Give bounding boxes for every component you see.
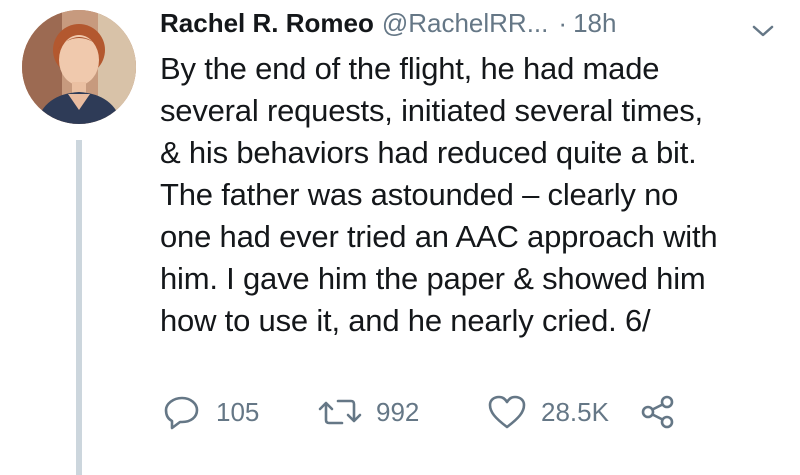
author-handle[interactable]: @RachelRR... (382, 8, 549, 39)
like-count: 28.5K (541, 396, 609, 427)
reply-icon (164, 396, 199, 430)
like-button[interactable]: 28.5K (487, 392, 609, 432)
reply-count: 105 (216, 396, 260, 427)
heart-icon (488, 395, 526, 429)
chevron-down-icon[interactable] (750, 16, 776, 37)
avatar[interactable] (22, 10, 136, 124)
retweet-count: 992 (376, 396, 420, 427)
separator-dot: · (558, 8, 568, 38)
timestamp[interactable]: 18h (573, 8, 616, 39)
retweet-icon (318, 399, 362, 425)
retweet-button[interactable]: 992 (318, 392, 419, 432)
profile-photo-icon (22, 10, 136, 124)
share-button[interactable] (640, 392, 676, 432)
tweet-header: Rachel R. Romeo @RachelRR... · 18h (160, 8, 780, 42)
tweet-text: By the end of the flight, he had made se… (160, 51, 718, 338)
reply-button[interactable]: 105 (162, 392, 259, 432)
author-name[interactable]: Rachel R. Romeo (160, 8, 374, 39)
share-icon (641, 395, 674, 429)
tweet-actions: 105 992 28.5K (160, 392, 720, 432)
thread-line (76, 140, 82, 475)
